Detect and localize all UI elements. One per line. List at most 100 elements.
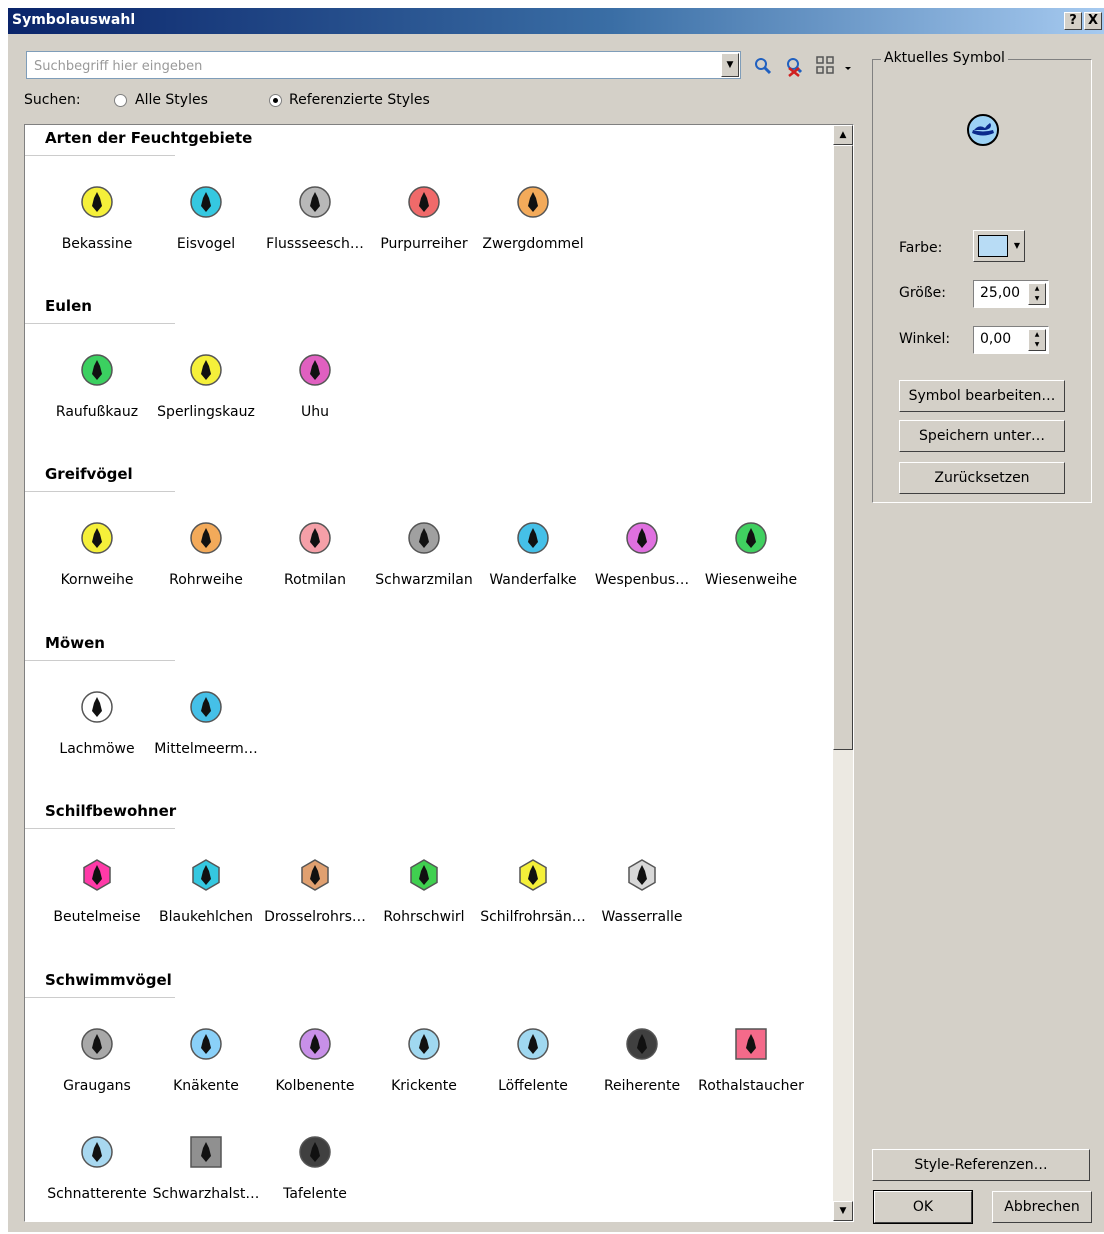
symbol-label: Reiherente [603, 1078, 681, 1094]
symbol-item[interactable]: Knäkente [152, 1026, 260, 1094]
bird-symbol-icon [81, 522, 113, 554]
group-header: Schilfbewohner [45, 802, 177, 820]
cancel-button[interactable]: Abbrechen [992, 1191, 1092, 1223]
radio-all-styles-label[interactable]: Alle Styles [135, 92, 208, 108]
bird-symbol-icon [190, 186, 222, 218]
symbol-label: Schnatterente [47, 1186, 147, 1202]
symbol-label: Löffelente [498, 1078, 568, 1094]
symbol-item[interactable]: Blaukehlchen [152, 857, 260, 925]
symbol-item[interactable]: Kornweihe [43, 520, 151, 588]
bird-symbol-icon [299, 186, 331, 218]
symbol-item[interactable]: Wasserralle [588, 857, 696, 925]
bird-symbol-icon [301, 859, 329, 891]
radio-referenced-styles-label[interactable]: Referenzierte Styles [289, 92, 430, 108]
bird-symbol-icon [735, 522, 767, 554]
symbol-item[interactable]: Schwarzhalst… [152, 1134, 260, 1202]
help-button[interactable]: ? [1064, 12, 1082, 30]
bird-symbol-icon [517, 1028, 549, 1060]
symbol-item[interactable]: Wanderfalke [479, 520, 587, 588]
bird-symbol-icon [517, 186, 549, 218]
style-references-button[interactable]: Style-Referenzen… [872, 1149, 1090, 1181]
symbol-label: Uhu [301, 404, 329, 420]
view-options-icon[interactable] [815, 55, 839, 77]
group-header: Arten der Feuchtgebiete [45, 129, 253, 147]
symbol-item[interactable]: Beutelmeise [43, 857, 151, 925]
symbol-item[interactable]: Schnatterente [43, 1134, 151, 1202]
symbol-label: Rohrschwirl [383, 909, 465, 925]
radio-all-styles[interactable] [114, 94, 127, 107]
symbol-item[interactable]: Purpurreiher [370, 184, 478, 252]
symbol-item[interactable]: Lachmöwe [43, 689, 151, 757]
angle-stepper[interactable]: 0,00 ▲ ▼ [973, 326, 1049, 354]
color-swatch [978, 235, 1008, 257]
size-spin-arrows[interactable]: ▲ ▼ [1028, 283, 1046, 305]
chevron-down-icon[interactable] [842, 55, 854, 77]
symbol-item[interactable]: Tafelente [261, 1134, 369, 1202]
color-picker[interactable]: ▼ [973, 230, 1025, 262]
angle-spin-arrows[interactable]: ▲ ▼ [1028, 329, 1046, 351]
reset-button[interactable]: Zurücksetzen [899, 462, 1065, 494]
symbol-item[interactable]: Graugans [43, 1026, 151, 1094]
symbol-item[interactable]: Rotmilan [261, 520, 369, 588]
search-history-dropdown[interactable]: ▼ [721, 53, 739, 77]
close-button[interactable]: X [1084, 12, 1102, 30]
symbol-item[interactable]: Zwergdommel [479, 184, 587, 252]
symbol-item[interactable]: Eisvogel [152, 184, 260, 252]
current-symbol-panel: Aktuelles Symbol Farbe: ▼ Größe: 25,00 ▲… [872, 50, 1092, 503]
group-divider [25, 828, 175, 829]
bird-symbol-icon [299, 522, 331, 554]
bird-symbol-icon [626, 1028, 658, 1060]
ok-button[interactable]: OK [873, 1190, 973, 1224]
symbol-label: Wiesenweihe [704, 572, 798, 588]
symbol-item[interactable]: Uhu [261, 352, 369, 420]
symbol-item[interactable]: Schilfrohrsän… [479, 857, 587, 925]
bird-symbol-icon [410, 859, 438, 891]
symbol-item[interactable]: Flussseesch… [261, 184, 369, 252]
bird-symbol-icon [408, 1028, 440, 1060]
size-stepper[interactable]: 25,00 ▲ ▼ [973, 280, 1049, 308]
angle-label: Winkel: [899, 331, 951, 347]
scroll-down-button[interactable]: ▼ [833, 1201, 853, 1221]
edit-symbol-button[interactable]: Symbol bearbeiten… [899, 380, 1065, 412]
symbol-item[interactable]: Raufußkauz [43, 352, 151, 420]
vertical-scrollbar[interactable]: ▲ ▼ [833, 125, 853, 1221]
symbol-item[interactable]: Sperlingskauz [152, 352, 260, 420]
clear-search-icon[interactable] [783, 55, 807, 77]
group-header: Schwimmvögel [45, 971, 172, 989]
save-as-button[interactable]: Speichern unter… [899, 420, 1065, 452]
angle-value[interactable]: 0,00 [980, 331, 1011, 347]
symbol-item[interactable]: Rothalstaucher [697, 1026, 805, 1094]
symbol-item[interactable]: Schwarzmilan [370, 520, 478, 588]
symbol-item[interactable]: Krickente [370, 1026, 478, 1094]
symbol-item[interactable]: Wespenbus… [588, 520, 696, 588]
size-value[interactable]: 25,00 [980, 285, 1020, 301]
symbol-item[interactable]: Rohrweihe [152, 520, 260, 588]
group-divider [25, 155, 175, 156]
symbol-label: Mittelmeerm… [154, 741, 258, 757]
symbol-label: Raufußkauz [55, 404, 139, 420]
symbol-label: Knäkente [173, 1078, 239, 1094]
symbol-item[interactable]: Bekassine [43, 184, 151, 252]
color-label: Farbe: [899, 240, 943, 256]
symbol-item[interactable]: Kolbenente [261, 1026, 369, 1094]
chevron-down-icon[interactable]: ▼ [1012, 233, 1022, 259]
symbol-item[interactable]: Rohrschwirl [370, 857, 478, 925]
symbol-item[interactable]: Wiesenweihe [697, 520, 805, 588]
title-bar: Symbolauswahl ? X [8, 8, 1104, 34]
current-symbol-preview [967, 114, 999, 146]
symbol-label: Rotmilan [283, 572, 347, 588]
search-input[interactable] [32, 53, 716, 79]
bird-symbol-icon [81, 691, 113, 723]
window-title: Symbolauswahl [12, 12, 136, 28]
search-icon[interactable] [751, 55, 775, 77]
symbol-item[interactable]: Reiherente [588, 1026, 696, 1094]
scroll-up-button[interactable]: ▲ [833, 125, 853, 145]
symbol-item[interactable]: Löffelente [479, 1026, 587, 1094]
scroll-thumb[interactable] [833, 145, 853, 750]
radio-referenced-styles[interactable] [269, 94, 282, 107]
search-field[interactable]: ▼ [26, 51, 741, 79]
symbol-label: Graugans [63, 1078, 131, 1094]
symbol-item[interactable]: Drosselrohrs… [261, 857, 369, 925]
symbol-item[interactable]: Mittelmeerm… [152, 689, 260, 757]
bird-symbol-icon [517, 522, 549, 554]
